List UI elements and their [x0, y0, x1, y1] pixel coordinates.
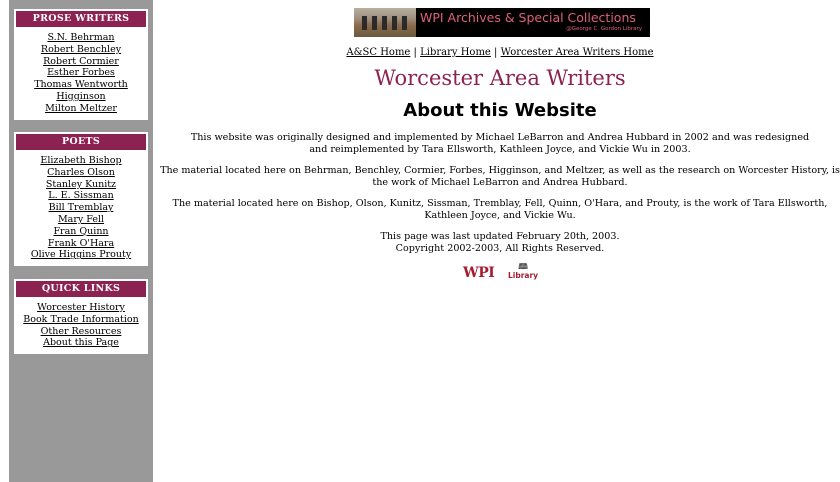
nav-separator: | — [494, 47, 498, 58]
credits-paragraph-poets: The material located here on Bishop, Ols… — [172, 198, 828, 221]
library-building-image — [354, 8, 416, 37]
top-nav: A&SC Home | Library Home | Worcester Are… — [160, 47, 840, 58]
sidebar-link-ohara[interactable]: Frank O'Hara — [48, 238, 114, 249]
wpi-logo[interactable]: WPI — [463, 265, 495, 281]
sidebar-link-bishop[interactable]: Elizabeth Bishop — [40, 155, 121, 166]
sidebar-link-higginson[interactable]: Thomas Wentworth — [34, 79, 128, 90]
last-updated: This page was last updated February 20th… — [380, 231, 620, 242]
poets-box: POETS Elizabeth Bishop Charles Olson Sta… — [14, 132, 148, 267]
intro-paragraph: This website was originally designed and… — [190, 132, 810, 155]
quick-links-box: QUICK LINKS Worcester History Book Trade… — [14, 279, 148, 355]
library-logo-label: Library — [508, 271, 539, 280]
banner-subtitle: @George C. Gordon Library — [566, 26, 642, 32]
footer-logos: WPI 🕮 Library — [160, 263, 840, 283]
sidebar-link-meltzer[interactable]: Milton Meltzer — [45, 103, 117, 114]
page-title: About this Website — [403, 100, 597, 121]
sidebar-link-about-page[interactable]: About this Page — [43, 337, 119, 348]
sidebar-link-tremblay[interactable]: Bill Tremblay — [49, 202, 114, 213]
sidebar-link-forbes[interactable]: Esther Forbes — [47, 67, 115, 78]
sidebar-link-cormier[interactable]: Robert Cormier — [43, 56, 119, 67]
banner-title: WPI Archives & Special Collections — [420, 10, 636, 25]
credits-paragraph-prose: The material located here on Behrman, Be… — [160, 165, 840, 188]
section-heading: PROSE WRITERS — [16, 11, 146, 27]
library-logo[interactable]: 🕮 Library — [508, 262, 539, 281]
nav-writers-home[interactable]: Worcester Area Writers Home — [501, 47, 654, 58]
sidebar-link-behrman[interactable]: S.N. Behrman — [48, 32, 115, 43]
nav-library-home[interactable]: Library Home — [420, 47, 491, 58]
sidebar-link-book-trade[interactable]: Book Trade Information — [23, 314, 138, 325]
sidebar-link-higginson-cont[interactable]: Higginson — [56, 91, 105, 102]
site-title: Worcester Area Writers — [374, 66, 626, 90]
section-heading: POETS — [16, 134, 146, 150]
sidebar-link-fell[interactable]: Mary Fell — [58, 214, 104, 225]
sidebar-link-benchley[interactable]: Robert Benchley — [41, 44, 121, 55]
nav-asc-home[interactable]: A&SC Home — [346, 47, 410, 58]
sidebar-link-other-resources[interactable]: Other Resources — [41, 326, 122, 337]
section-heading: QUICK LINKS — [16, 281, 146, 297]
prose-writers-box: PROSE WRITERS S.N. Behrman Robert Benchl… — [14, 9, 148, 120]
copyright: Copyright 2002-2003, All Rights Reserved… — [395, 243, 605, 254]
book-icon: 🕮 — [518, 262, 528, 271]
nav-separator: | — [413, 47, 417, 58]
sidebar: PROSE WRITERS S.N. Behrman Robert Benchl… — [9, 0, 153, 482]
sidebar-link-worcester-history[interactable]: Worcester History — [37, 302, 125, 313]
sidebar-link-olson[interactable]: Charles Olson — [47, 167, 115, 178]
sidebar-link-sissman[interactable]: L. E. Sissman — [48, 190, 113, 201]
sidebar-link-kunitz[interactable]: Stanley Kunitz — [46, 179, 116, 190]
sidebar-link-quinn[interactable]: Fran Quinn — [53, 226, 108, 237]
archives-banner[interactable]: WPI Archives & Special Collections @Geor… — [354, 8, 650, 37]
sidebar-link-prouty[interactable]: Olive Higgins Prouty — [31, 249, 131, 260]
